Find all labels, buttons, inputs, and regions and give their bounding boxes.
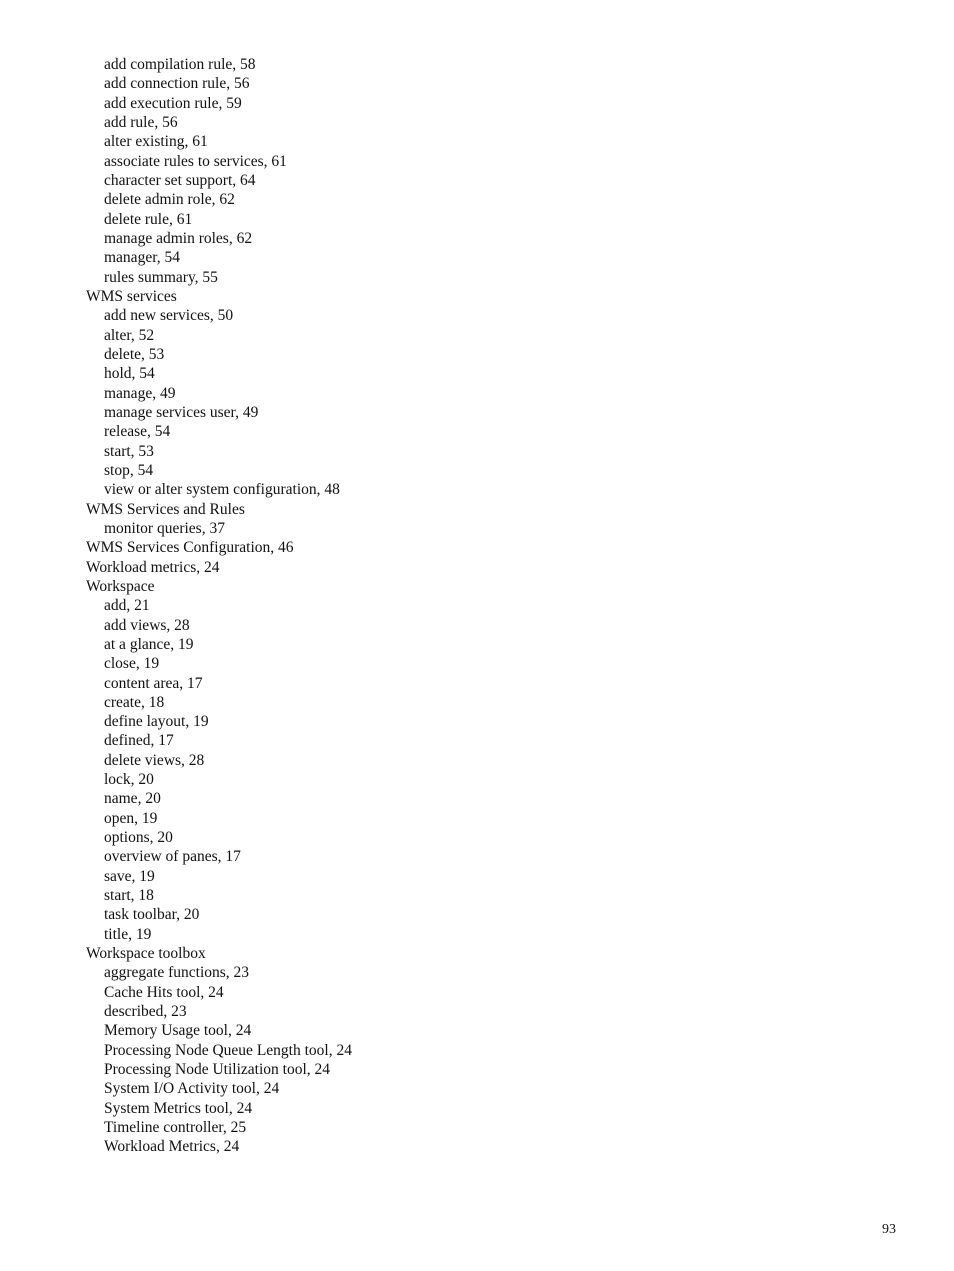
index-subentry: monitor queries, 37 xyxy=(104,519,225,537)
index-subentry: delete rule, 61 xyxy=(104,210,193,228)
index-entry: WMS Services and Rules xyxy=(86,500,245,518)
index-entry: WMS services xyxy=(86,287,177,305)
index-subentry: add new services, 50 xyxy=(104,307,234,325)
index-entry: Workspace xyxy=(86,577,155,595)
index-subentry: aggregate functions, 23 xyxy=(104,964,250,982)
index-subentry: manage admin roles, 62 xyxy=(104,229,253,247)
index-subentry: add views, 28 xyxy=(104,616,190,634)
index-subentry: name, 20 xyxy=(104,790,161,808)
page-number: 93 xyxy=(882,1222,896,1237)
index-subentry: defined, 17 xyxy=(104,732,174,750)
index-subentry: delete views, 28 xyxy=(104,751,205,769)
index-subentry: hold, 54 xyxy=(104,365,155,383)
index-subentry: view or alter system configuration, 48 xyxy=(104,481,340,499)
index-subentry: manage, 49 xyxy=(104,384,176,402)
index-subentry: delete, 53 xyxy=(104,345,165,363)
index-subentry: associate rules to services, 61 xyxy=(104,152,287,170)
index-list: add compilation rule, 58 add connection r… xyxy=(86,55,352,1157)
index-subentry: stop, 54 xyxy=(104,461,154,479)
index-subentry: alter existing, 61 xyxy=(104,133,208,151)
index-subentry: add connection rule, 56 xyxy=(104,75,250,93)
index-subentry: add compilation rule, 58 xyxy=(104,56,256,73)
index-subentry: lock, 20 xyxy=(104,771,154,789)
index-entry: WMS Services Configuration, 46 xyxy=(86,539,294,557)
index-subentry: Cache Hits tool, 24 xyxy=(104,983,224,1001)
index-subentry: character set support, 64 xyxy=(104,171,256,189)
index-subentry: Workload Metrics, 24 xyxy=(104,1138,240,1156)
index-subentry: System I/O Activity tool, 24 xyxy=(104,1080,280,1098)
index-subentry: alter, 52 xyxy=(104,326,155,344)
index-subentry: content area, 17 xyxy=(104,674,203,692)
index-subentry: define layout, 19 xyxy=(104,713,209,731)
index-subentry: add rule, 56 xyxy=(104,113,178,131)
index-subentry: add, 21 xyxy=(104,597,150,615)
index-subentry: Processing Node Queue Length tool, 24 xyxy=(104,1041,352,1059)
index-subentry: start, 53 xyxy=(104,442,154,460)
index-subentry: manager, 54 xyxy=(104,249,180,267)
index-entry: Workload metrics, 24 xyxy=(86,558,220,576)
index-subentry: open, 19 xyxy=(104,809,158,827)
index-subentry: delete admin role, 62 xyxy=(104,191,235,209)
index-subentry: title, 19 xyxy=(104,925,152,943)
index-subentry: save, 19 xyxy=(104,867,155,885)
index-subentry: create, 18 xyxy=(104,693,165,711)
index-subentry: release, 54 xyxy=(104,423,171,441)
index-subentry: at a glance, 19 xyxy=(104,635,194,653)
index-subentry: add execution rule, 59 xyxy=(104,94,242,112)
index-subentry: Processing Node Utilization tool, 24 xyxy=(104,1061,331,1079)
index-entry: Workspace toolbox xyxy=(86,945,206,963)
index-subentry: described, 23 xyxy=(104,1003,187,1021)
index-subentry: rules summary, 55 xyxy=(104,268,218,286)
index-subentry: overview of panes, 17 xyxy=(104,848,241,866)
index-subentry: manage services user, 49 xyxy=(104,403,259,421)
index-subentry: close, 19 xyxy=(104,655,160,673)
index-subentry: start, 18 xyxy=(104,887,154,905)
index-subentry: task toolbar, 20 xyxy=(104,906,200,924)
index-subentry: options, 20 xyxy=(104,829,173,847)
index-subentry: Memory Usage tool, 24 xyxy=(104,1022,252,1040)
index-subentry: Timeline controller, 25 xyxy=(104,1119,247,1137)
index-subentry: System Metrics tool, 24 xyxy=(104,1099,253,1117)
